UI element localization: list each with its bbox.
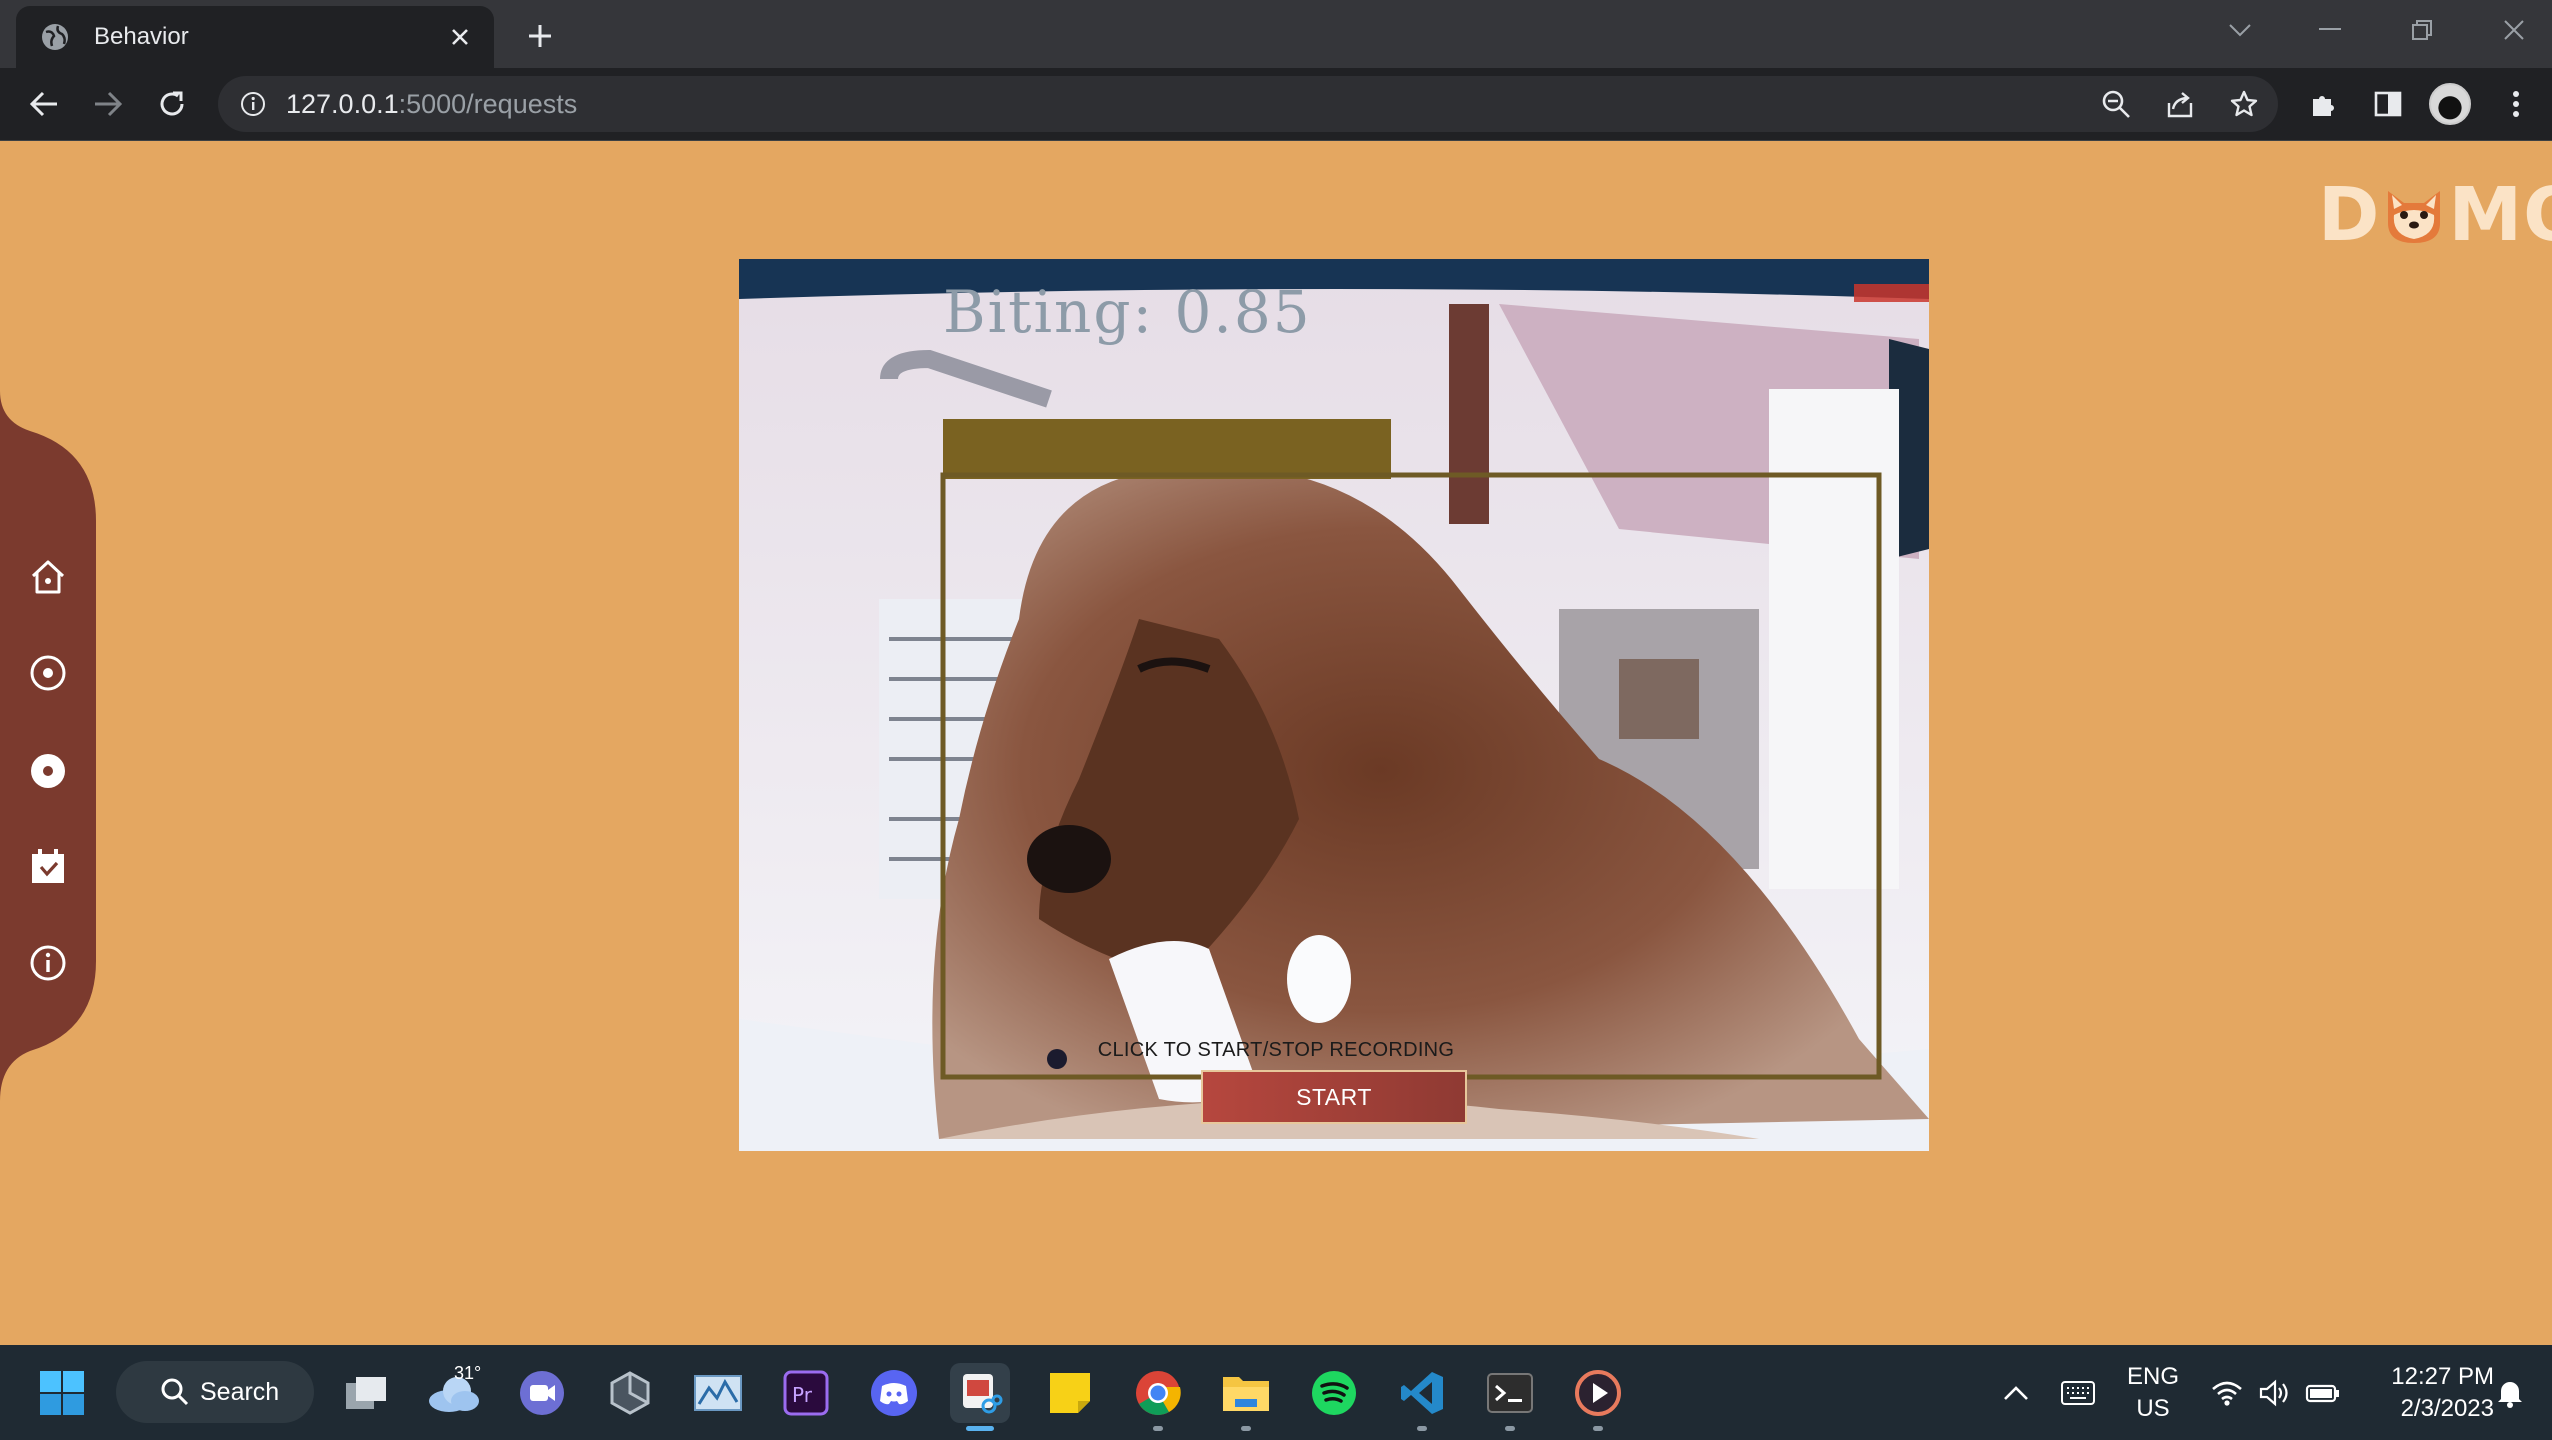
record-outline-icon	[30, 655, 66, 691]
volume-icon[interactable]	[2248, 1363, 2302, 1423]
tab-title: Behavior	[94, 23, 189, 50]
teams-chat-icon[interactable]	[512, 1363, 572, 1423]
back-icon[interactable]	[22, 82, 66, 126]
clock-time: 12:27 PM	[2391, 1363, 2494, 1390]
sidebar-item-home[interactable]	[22, 551, 74, 603]
globe-icon	[42, 24, 68, 50]
sticky-notes-icon[interactable]	[1040, 1363, 1100, 1423]
url-host: 127.0.0.1	[286, 88, 399, 119]
site-info-icon[interactable]	[238, 89, 268, 119]
discord-icon[interactable]	[864, 1363, 924, 1423]
input-language-indicator[interactable]: ENG US	[2118, 1361, 2188, 1425]
detection-label: Biting: 0.85	[943, 278, 1312, 346]
logo-letter-d: D	[2318, 172, 2381, 258]
close-window-icon[interactable]	[2484, 8, 2544, 52]
clock[interactable]: 12:27 PM 2/3/2023	[2364, 1361, 2494, 1425]
windows-taskbar: Search 31° Pr ENG US 12:27 PM 2/3/2023	[0, 1345, 2552, 1440]
minimize-icon[interactable]	[2300, 8, 2360, 52]
notification-bell-icon[interactable]	[2490, 1363, 2530, 1423]
language-region: US	[2136, 1395, 2170, 1422]
home-icon	[31, 560, 65, 594]
snipping-tool-icon[interactable]	[950, 1363, 1010, 1431]
keyboard-icon[interactable]	[2050, 1363, 2106, 1423]
sidebar-item-info[interactable]	[22, 937, 74, 989]
info-icon	[30, 945, 66, 981]
url-text[interactable]: 127.0.0.1:5000/requests	[286, 89, 577, 120]
logo-letters-mo: MO	[2448, 172, 2552, 258]
camera-frame-image	[739, 259, 1929, 1151]
browser-tab[interactable]: Behavior	[16, 6, 494, 68]
record-filled-icon	[31, 754, 65, 788]
language-code: ENG	[2126, 1363, 2179, 1390]
share-icon[interactable]	[2158, 82, 2202, 126]
task-view-icon[interactable]	[336, 1363, 396, 1423]
sidebar-item-calendar[interactable]	[22, 841, 74, 893]
premiere-pro-icon[interactable]: Pr	[776, 1363, 836, 1423]
calendar-icon	[32, 849, 64, 883]
zoom-out-icon[interactable]	[2094, 82, 2138, 126]
svg-text:Pr: Pr	[792, 1383, 813, 1407]
sidebar-item-record[interactable]	[22, 745, 74, 797]
bookmark-star-icon[interactable]	[2222, 82, 2266, 126]
shiba-dog-logo-icon	[2388, 191, 2441, 243]
media-player-icon[interactable]	[1568, 1363, 1628, 1431]
weather-temperature: 31°	[454, 1363, 482, 1383]
address-bar[interactable]: 127.0.0.1:5000/requests	[218, 76, 2278, 132]
profile-avatar[interactable]	[2428, 82, 2472, 126]
taskbar-search-label: Search	[200, 1377, 280, 1406]
browser-tab-strip: Behavior	[0, 0, 2552, 68]
battery-icon[interactable]	[2296, 1363, 2350, 1423]
browser-toolbar: 127.0.0.1:5000/requests	[0, 68, 2552, 140]
windows-start-icon[interactable]	[38, 1369, 86, 1417]
search-icon	[161, 1378, 189, 1406]
vscode-icon[interactable]	[1392, 1363, 1452, 1431]
terminal-icon[interactable]	[1480, 1363, 1540, 1431]
chart-app-icon[interactable]	[688, 1363, 748, 1423]
start-button[interactable]: START	[1201, 1070, 1467, 1124]
tab-search-chevron-icon[interactable]	[2210, 8, 2270, 52]
clock-date: 2/3/2023	[2400, 1395, 2494, 1422]
kebab-menu-icon[interactable]	[2494, 82, 2538, 126]
hexagon-app-icon[interactable]	[600, 1363, 660, 1423]
tab-close-icon[interactable]	[440, 17, 480, 57]
file-explorer-icon[interactable]	[1216, 1363, 1276, 1431]
wifi-icon[interactable]	[2200, 1363, 2254, 1423]
domo-logo[interactable]: D MO	[2318, 172, 2552, 258]
restore-icon[interactable]	[2392, 8, 2452, 52]
recording-caption: CLICK TO START/STOP RECORDING	[1097, 1039, 1455, 1061]
reload-icon[interactable]	[150, 82, 194, 126]
forward-icon[interactable]	[86, 82, 130, 126]
side-panel-icon[interactable]	[2366, 82, 2410, 126]
show-hidden-icons-chevron-icon[interactable]	[1992, 1363, 2040, 1423]
chrome-icon[interactable]	[1128, 1363, 1188, 1431]
camera-video-feed	[739, 259, 1929, 1151]
spotify-icon[interactable]	[1304, 1363, 1364, 1423]
extensions-puzzle-icon[interactable]	[2302, 82, 2346, 126]
new-tab-icon[interactable]	[518, 14, 562, 58]
url-path: :5000/requests	[398, 88, 578, 119]
sidebar-item-live[interactable]	[22, 647, 74, 699]
sidebar	[0, 391, 98, 1101]
taskbar-search[interactable]: Search	[116, 1361, 314, 1423]
